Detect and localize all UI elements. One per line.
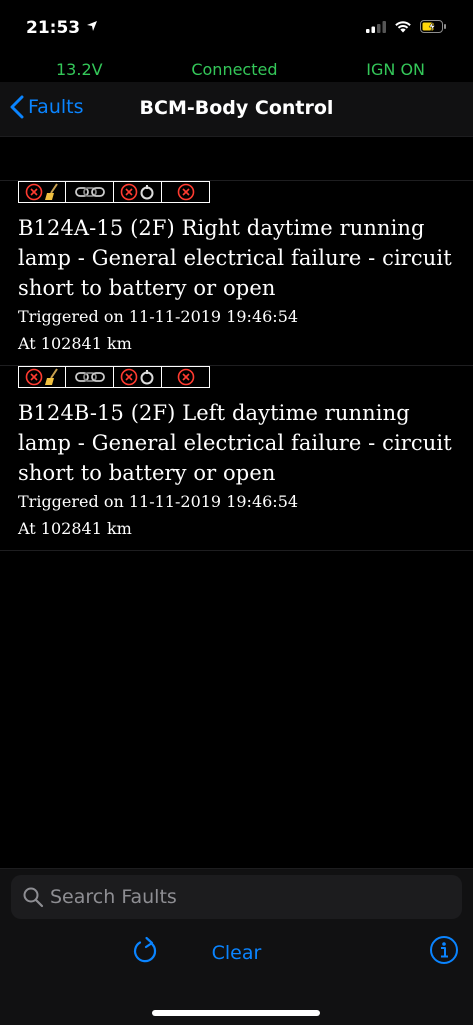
wifi-icon	[395, 21, 411, 33]
battery-charging-icon	[420, 20, 446, 33]
fault-item[interactable]: B124A-15 (2F) Right daytime running lamp…	[0, 180, 473, 365]
fault-item[interactable]: B124B-15 (2F) Left daytime running lamp …	[0, 365, 473, 551]
search-bar[interactable]	[11, 875, 462, 919]
refresh-button[interactable]	[131, 935, 161, 971]
error-clear-icon	[18, 181, 66, 203]
page-title: BCM-Body Control	[139, 97, 334, 119]
cellular-signal-icon	[366, 20, 386, 33]
connection-info-bar: 13.2V Connected IGN ON	[0, 56, 473, 82]
refresh-icon	[133, 936, 157, 963]
fault-odometer: At 102841 km	[18, 519, 132, 538]
connection-status: Connected	[191, 59, 278, 79]
status-time: 21:53	[26, 18, 98, 38]
error-reset-icon	[114, 366, 162, 388]
voltage-readout: 13.2V	[56, 59, 103, 79]
toolbar: Clear	[0, 925, 473, 981]
bottom-bar: Clear	[0, 868, 473, 1025]
status-right	[366, 20, 447, 33]
info-icon	[430, 936, 458, 964]
error-icon	[162, 366, 210, 388]
error-icon	[162, 181, 210, 203]
error-clear-icon	[18, 366, 66, 388]
navigation-bar: Faults BCM-Body Control	[0, 82, 473, 137]
fault-triggered-time: Triggered on 11-11-2019 19:46:54	[18, 307, 299, 326]
location-arrow-icon	[87, 21, 98, 31]
fault-list: B124A-15 (2F) Right daytime running lamp…	[0, 180, 473, 551]
fault-title: B124A-15 (2F) Right daytime running lamp…	[18, 216, 452, 300]
ignition-status: IGN ON	[366, 59, 425, 79]
home-indicator[interactable]	[152, 1010, 320, 1016]
error-reset-icon	[114, 181, 162, 203]
chain-link-icon	[66, 366, 114, 388]
fault-title: B124B-15 (2F) Left daytime running lamp …	[18, 401, 452, 485]
fault-triggered-time: Triggered on 11-11-2019 19:46:54	[18, 492, 299, 511]
info-button[interactable]	[429, 935, 459, 969]
chain-link-icon	[66, 181, 114, 203]
fault-odometer: At 102841 km	[18, 334, 132, 353]
fault-status-icons	[18, 181, 455, 205]
search-icon	[23, 887, 44, 908]
fault-status-icons	[18, 366, 455, 390]
clear-button[interactable]: Clear	[187, 942, 287, 964]
search-input[interactable]	[50, 886, 440, 908]
status-bar: 21:53	[0, 0, 473, 56]
